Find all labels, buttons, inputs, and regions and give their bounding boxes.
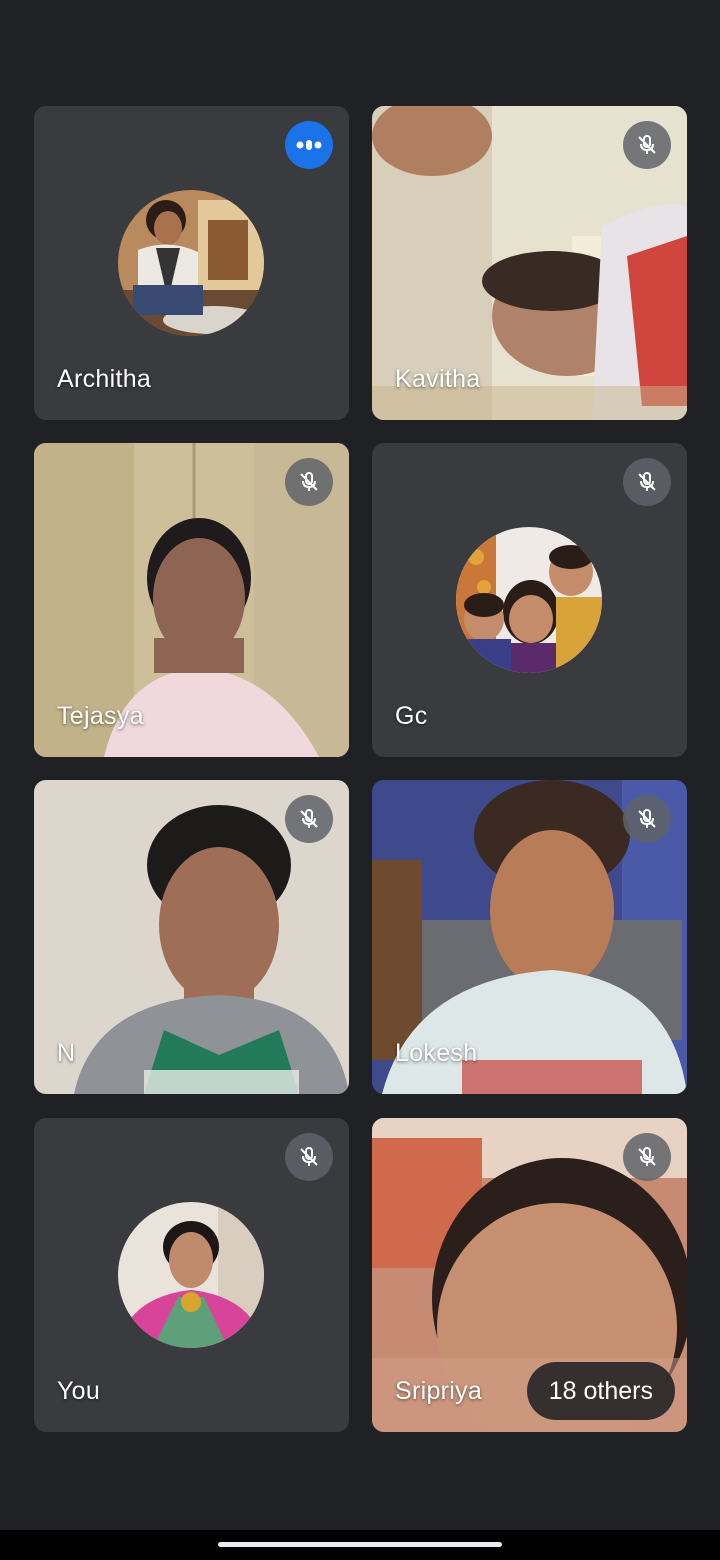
- mic-off-icon: [623, 458, 671, 506]
- mic-off-icon: [285, 1133, 333, 1181]
- others-count-button[interactable]: 18 others: [526, 1362, 675, 1420]
- participant-name: You: [57, 1377, 101, 1405]
- participant-name: Tejasya: [57, 702, 144, 730]
- avatar: [118, 190, 264, 336]
- mic-off-icon: [623, 1133, 671, 1181]
- participant-tile-self[interactable]: You: [34, 1118, 349, 1432]
- system-navigation-bar: [0, 1530, 720, 1560]
- participant-name: Kavitha: [395, 365, 481, 393]
- participant-name: Lokesh: [395, 1039, 478, 1067]
- mic-off-icon: [623, 121, 671, 169]
- audio-level-icon: [285, 121, 333, 169]
- meeting-screen: Architha Kavitha Tejasya Gc N Lokesh You…: [0, 0, 720, 1560]
- participant-tile-sripriya[interactable]: Sripriya 18 others: [372, 1118, 687, 1432]
- participant-tile-gc[interactable]: Gc: [372, 443, 687, 757]
- mic-off-icon: [623, 795, 671, 843]
- participant-tile-architha[interactable]: Architha: [34, 106, 349, 420]
- mic-off-icon: [285, 458, 333, 506]
- participant-name: N: [57, 1039, 76, 1067]
- avatar: [118, 1202, 264, 1348]
- participant-tile-kavitha[interactable]: Kavitha: [372, 106, 687, 420]
- mic-off-icon: [285, 795, 333, 843]
- participant-tile-tejasya[interactable]: Tejasya: [34, 443, 349, 757]
- avatar: [456, 527, 602, 673]
- home-gesture-handle[interactable]: [218, 1542, 502, 1547]
- participant-name: Sripriya: [395, 1377, 483, 1405]
- participant-name: Gc: [395, 702, 428, 730]
- participant-tile-n[interactable]: N: [34, 780, 349, 1094]
- participant-name: Architha: [57, 365, 152, 393]
- participant-tile-lokesh[interactable]: Lokesh: [372, 780, 687, 1094]
